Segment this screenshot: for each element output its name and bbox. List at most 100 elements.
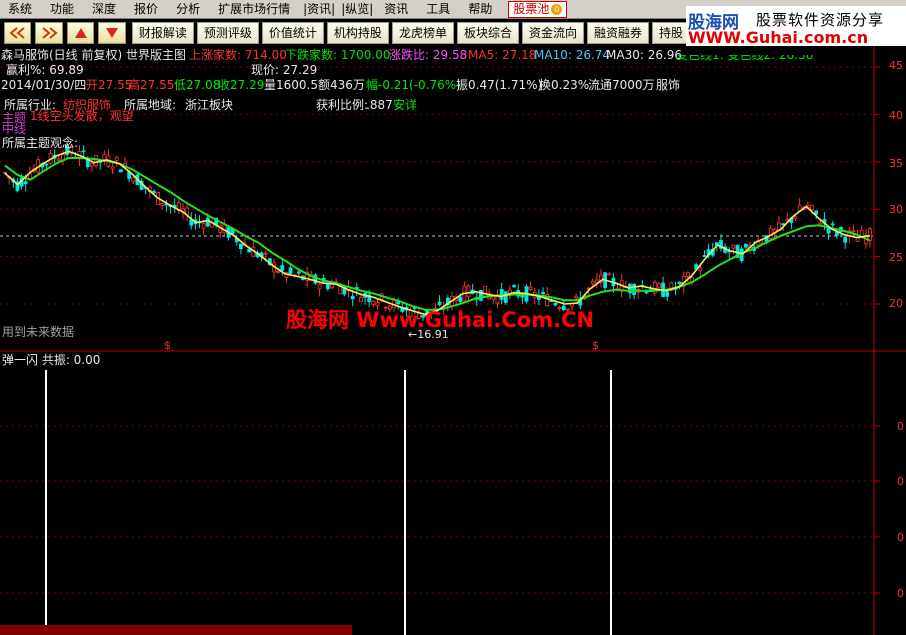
candle-body (781, 223, 785, 226)
candle-body (590, 280, 595, 285)
candle-body (665, 291, 670, 297)
candle-body (512, 285, 516, 288)
menu-item-depth[interactable]: 深度 (84, 0, 126, 19)
ma30-readout: MA30: 26.96 (606, 48, 683, 62)
up-triangle-icon (74, 28, 87, 38)
tab-margin-trading[interactable]: 融资融券 (586, 22, 649, 44)
forward-double-button[interactable] (35, 22, 63, 44)
logo-line1b: 股票软件资源分享 (756, 11, 885, 29)
quote-low: 低27.08 (174, 78, 221, 92)
menu-item-news-bar[interactable]: |资讯| (300, 0, 338, 19)
candle-body (263, 252, 268, 255)
candle-body (110, 166, 115, 170)
down-arrow-button[interactable] (98, 22, 126, 44)
candle-body (160, 203, 165, 206)
candle-body (152, 190, 156, 193)
quote-high: 高27.55 (128, 78, 175, 92)
candle-body (359, 296, 363, 303)
quote-float: 流通7000万 (588, 78, 655, 92)
candle-body (90, 162, 94, 167)
candle-body (698, 267, 703, 271)
candle-body (677, 281, 682, 285)
candle-body (44, 163, 49, 166)
candle-body (657, 283, 661, 288)
tab-institution-holdings[interactable]: 机构持股 (326, 22, 389, 44)
candle-body (574, 295, 579, 299)
toolbar: 财报解读 预测评级 价值统计 机构持股 龙虎榜单 板块综合 资金流向 融资融券 … (0, 20, 691, 46)
candle-body (23, 181, 28, 185)
quote-open: 开27.55 (86, 78, 133, 92)
menu-item-ext-market[interactable]: 扩展市场行情 (210, 0, 300, 19)
ma5-line (4, 150, 871, 316)
price-tick-20: 20 (889, 297, 903, 310)
profit-ratio-label: 获利比例: (316, 98, 369, 112)
sub-tick-4: 0 (897, 587, 904, 600)
up-count: 上涨家数: 714.00 (189, 48, 287, 62)
double-right-arrow-icon (42, 27, 58, 39)
tab-sector-overview[interactable]: 板块综合 (456, 22, 519, 44)
candle-body (843, 236, 848, 243)
menu-item-system[interactable]: 系统 (0, 0, 42, 19)
candle-body (350, 295, 355, 300)
sub-tick-3: 0 (897, 531, 904, 544)
tab-dragon-tiger-list[interactable]: 龙虎榜单 (391, 22, 454, 44)
double-left-arrow-icon (9, 27, 25, 39)
candle-body (81, 150, 86, 153)
candle-body (685, 272, 690, 277)
price-tick-45: 45 (889, 59, 903, 72)
bottom-scroll-bar[interactable] (0, 625, 352, 635)
menu-item-help[interactable]: 帮助 (460, 0, 502, 19)
menu-item-tools[interactable]: 工具 (418, 0, 460, 19)
anxiang-label: 安详 (393, 98, 418, 112)
up-arrow-button[interactable] (66, 22, 95, 44)
menu-item-quote[interactable]: 报价 (126, 0, 168, 19)
candle-body (632, 284, 636, 295)
logo-line2: WWW.Guhai.com.cn (688, 28, 869, 47)
menu-item-stock-pool[interactable]: 股票池 0 (508, 0, 568, 18)
candle-body (830, 223, 835, 226)
candle-body (607, 273, 612, 276)
profit-ratio-value: .887 (366, 98, 393, 112)
candle-body (131, 176, 136, 183)
menu-item-function[interactable]: 功能 (42, 0, 84, 19)
site-logo: 股海网 股票软件资源分享 WWW.Guhai.com.cn (686, 6, 906, 47)
quote-amplitude: 振0.47(1.71%) (456, 78, 543, 92)
tab-value-stats[interactable]: 价值统计 (261, 22, 324, 44)
candle-body (541, 292, 545, 295)
s-mark-1: $ (164, 339, 171, 352)
sub-chart-title: 弹一闪 共振: 0.00 (2, 353, 101, 367)
tab-financial-report[interactable]: 财报解读 (131, 22, 194, 44)
quote-turnover: 换0.23% (539, 78, 590, 92)
stock-pool-badge-icon: 0 (551, 3, 563, 15)
chart-canvas[interactable] (0, 46, 906, 635)
quote-sector: 服饰 (656, 78, 681, 92)
candle-body (466, 285, 471, 298)
candle-body (205, 217, 210, 227)
site-watermark: 股海网 Www.Guhai.Com.CN (286, 308, 595, 332)
candle-body (503, 291, 508, 303)
tab-forecast-rating[interactable]: 预测评级 (196, 22, 259, 44)
menu-item-news[interactable]: 资讯 (376, 0, 418, 19)
down-triangle-icon (106, 28, 119, 38)
menu-item-analysis[interactable]: 分析 (168, 0, 210, 19)
up-down-ratio: 涨跌比: 29.58 (389, 48, 468, 62)
profit-percent: 赢利%: 69.89 (6, 63, 84, 77)
menu-item-overview[interactable]: |纵览| (338, 0, 376, 19)
candle-body (317, 283, 322, 290)
candle-body (201, 222, 206, 229)
candle-body (702, 255, 707, 257)
down-count: 下跌家数: 1700.00 (285, 48, 391, 62)
candle-body (810, 204, 814, 211)
candlestick-series (3, 141, 872, 321)
tab-holdings[interactable]: 持股 (652, 22, 691, 44)
candle-body (793, 216, 798, 220)
tab-capital-flow[interactable]: 资金流向 (521, 22, 584, 44)
back-double-button[interactable] (4, 22, 32, 44)
quote-close: 收27.29 (218, 78, 265, 92)
candle-body (118, 169, 123, 173)
quote-amount: 额436万 (318, 78, 365, 92)
candle-body (768, 227, 773, 240)
candle-body (483, 285, 487, 298)
sub-chart-grid (0, 425, 880, 594)
candle-body (288, 267, 293, 274)
